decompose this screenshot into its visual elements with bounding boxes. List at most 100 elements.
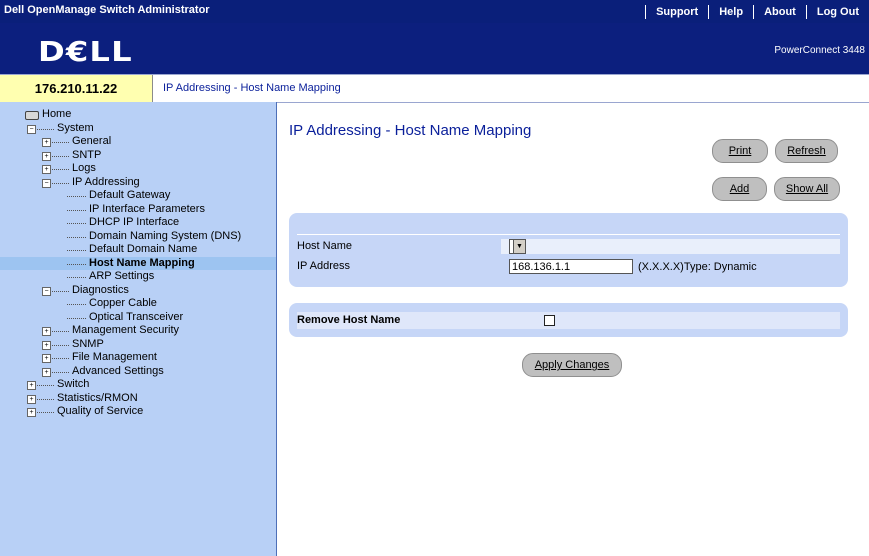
expand-icon[interactable]: + <box>42 165 51 174</box>
sidebar: Home − System + General + SNTP + Logs − IP Address… <box>0 102 277 556</box>
expand-icon[interactable]: + <box>27 394 36 404</box>
tree-item-label: Domain Naming System (DNS) <box>89 229 242 242</box>
support-link[interactable]: Support <box>646 6 708 18</box>
tree-item-label: Logs <box>72 162 96 174</box>
tree-item[interactable]: IP Interface Parameters <box>0 203 276 217</box>
expand-icon[interactable]: + <box>42 340 51 350</box>
remove-panel: Remove Host Name <box>289 303 848 337</box>
tree-item[interactable]: − System <box>0 122 276 136</box>
tree-connector <box>67 209 86 211</box>
device-ip: 176.210.11.22 <box>0 75 153 102</box>
ip-address-input[interactable]: 168.136.1.1 <box>509 259 633 274</box>
collapse-icon[interactable]: − <box>27 124 36 134</box>
tree-item[interactable]: + Management Security <box>0 324 276 338</box>
collapse-icon[interactable]: − <box>42 286 51 296</box>
tree-item-label: Quality of Service <box>57 405 144 417</box>
tree-item-label: File Management <box>72 351 157 363</box>
tree-connector <box>52 331 69 332</box>
tree-item[interactable]: + File Management <box>0 351 276 365</box>
host-name-cell <box>501 239 840 254</box>
expand-icon[interactable]: + <box>42 151 51 161</box>
expand-icon[interactable]: + <box>42 367 51 377</box>
tree-connector <box>67 250 86 251</box>
home-icon <box>25 111 39 120</box>
tree-item-label: Switch <box>57 378 90 390</box>
tree-item-label: Statistics/RMON <box>57 391 138 404</box>
dell-logo: D€LL <box>38 35 133 68</box>
tree-item-label: Home <box>42 108 72 120</box>
print-button[interactable]: Print <box>712 139 768 163</box>
tree-item-label: General <box>72 135 112 147</box>
tree-item[interactable]: Default Domain Name <box>0 243 276 257</box>
tree-item[interactable]: − Diagnostics <box>0 284 276 298</box>
tree-item-label: SNMP <box>72 337 104 350</box>
tree-connector <box>37 412 54 413</box>
tree-connector <box>52 182 69 184</box>
tree-connector <box>67 277 86 278</box>
tree-item-label: Copper Cable <box>89 297 157 309</box>
tree-item[interactable]: + Switch <box>0 378 276 392</box>
tree-item[interactable]: Domain Naming System (DNS) <box>0 230 276 244</box>
tree-item-label: Host Name Mapping <box>89 256 195 269</box>
tree-connector <box>52 142 69 143</box>
remove-host-name-label: Remove Host Name <box>297 314 401 326</box>
collapse-icon[interactable]: − <box>42 178 51 188</box>
tree-connector <box>52 371 69 373</box>
host-name-label: Host Name <box>297 240 353 252</box>
tree-connector <box>67 196 86 197</box>
tree-connector <box>52 155 69 157</box>
tree-item[interactable]: DHCP IP Interface <box>0 216 276 230</box>
expand-icon[interactable]: + <box>27 408 36 417</box>
tree-connector <box>37 128 54 130</box>
expand-icon[interactable]: + <box>42 327 51 336</box>
remove-row: Remove Host Name <box>289 312 848 329</box>
tree-connector <box>52 290 69 292</box>
tree-item-label: IP Addressing <box>72 175 140 188</box>
tree-item[interactable]: ARP Settings <box>0 270 276 284</box>
tree-item[interactable]: Host Name Mapping <box>0 256 276 270</box>
top-nav: Support Help About Log Out <box>645 0 869 23</box>
help-link[interactable]: Help <box>709 6 753 18</box>
tree-item[interactable]: + Quality of Service <box>0 405 276 419</box>
ip-format-hint: (X.X.X.X)Type: Dynamic <box>638 261 757 273</box>
tree-item[interactable]: + Advanced Settings <box>0 365 276 379</box>
tree-item[interactable]: Optical Transceiver <box>0 311 276 325</box>
tree-item[interactable]: + Logs <box>0 162 276 176</box>
host-mapping-panel: Host Name ▼ IP Address 168.136.1.1 (X.X.… <box>289 213 848 287</box>
expand-icon[interactable]: + <box>42 354 51 363</box>
banner: D€LL PowerConnect 3448 <box>0 23 869 74</box>
tree-item[interactable]: + SNTP <box>0 149 276 163</box>
tree-item-label: Default Domain Name <box>89 243 198 255</box>
tree-item[interactable]: + Statistics/RMON <box>0 392 276 406</box>
top-bar: Dell OpenManage Switch Administrator Sup… <box>0 0 869 23</box>
app-title: Dell OpenManage Switch Administrator <box>4 4 210 16</box>
tree-connector <box>67 263 86 265</box>
about-link[interactable]: About <box>754 6 806 18</box>
tree-item[interactable]: Copper Cable <box>0 297 276 311</box>
page-title: IP Addressing - Host Name Mapping <box>289 122 532 139</box>
tree-item[interactable]: Default Gateway <box>0 189 276 203</box>
main-content: IP Addressing - Host Name Mapping Print … <box>277 102 869 556</box>
tree-connector <box>67 317 86 319</box>
add-button[interactable]: Add <box>712 177 767 201</box>
remove-host-name-checkbox[interactable] <box>544 315 555 326</box>
tree-item[interactable]: + General <box>0 135 276 149</box>
tree-connector <box>52 358 69 359</box>
expand-icon[interactable]: + <box>42 138 51 147</box>
tree-item[interactable]: Home <box>0 108 276 122</box>
ip-address-label: IP Address <box>297 260 350 272</box>
tree-item[interactable]: − IP Addressing <box>0 176 276 190</box>
apply-changes-button[interactable]: Apply Changes <box>522 353 622 377</box>
show-all-button[interactable]: Show All <box>774 177 840 201</box>
tree-connector <box>67 304 86 305</box>
tree-item[interactable]: + SNMP <box>0 338 276 352</box>
tree-connector <box>52 344 69 346</box>
refresh-button[interactable]: Refresh <box>775 139 838 163</box>
tree-connector <box>52 169 69 170</box>
chevron-down-icon[interactable]: ▼ <box>513 240 525 253</box>
expand-icon[interactable]: + <box>27 381 36 390</box>
host-name-dropdown[interactable]: ▼ <box>509 239 526 254</box>
address-bar: 176.210.11.22 IP Addressing - Host Name … <box>0 74 869 103</box>
tree-connector <box>37 398 54 400</box>
logout-link[interactable]: Log Out <box>807 6 869 18</box>
